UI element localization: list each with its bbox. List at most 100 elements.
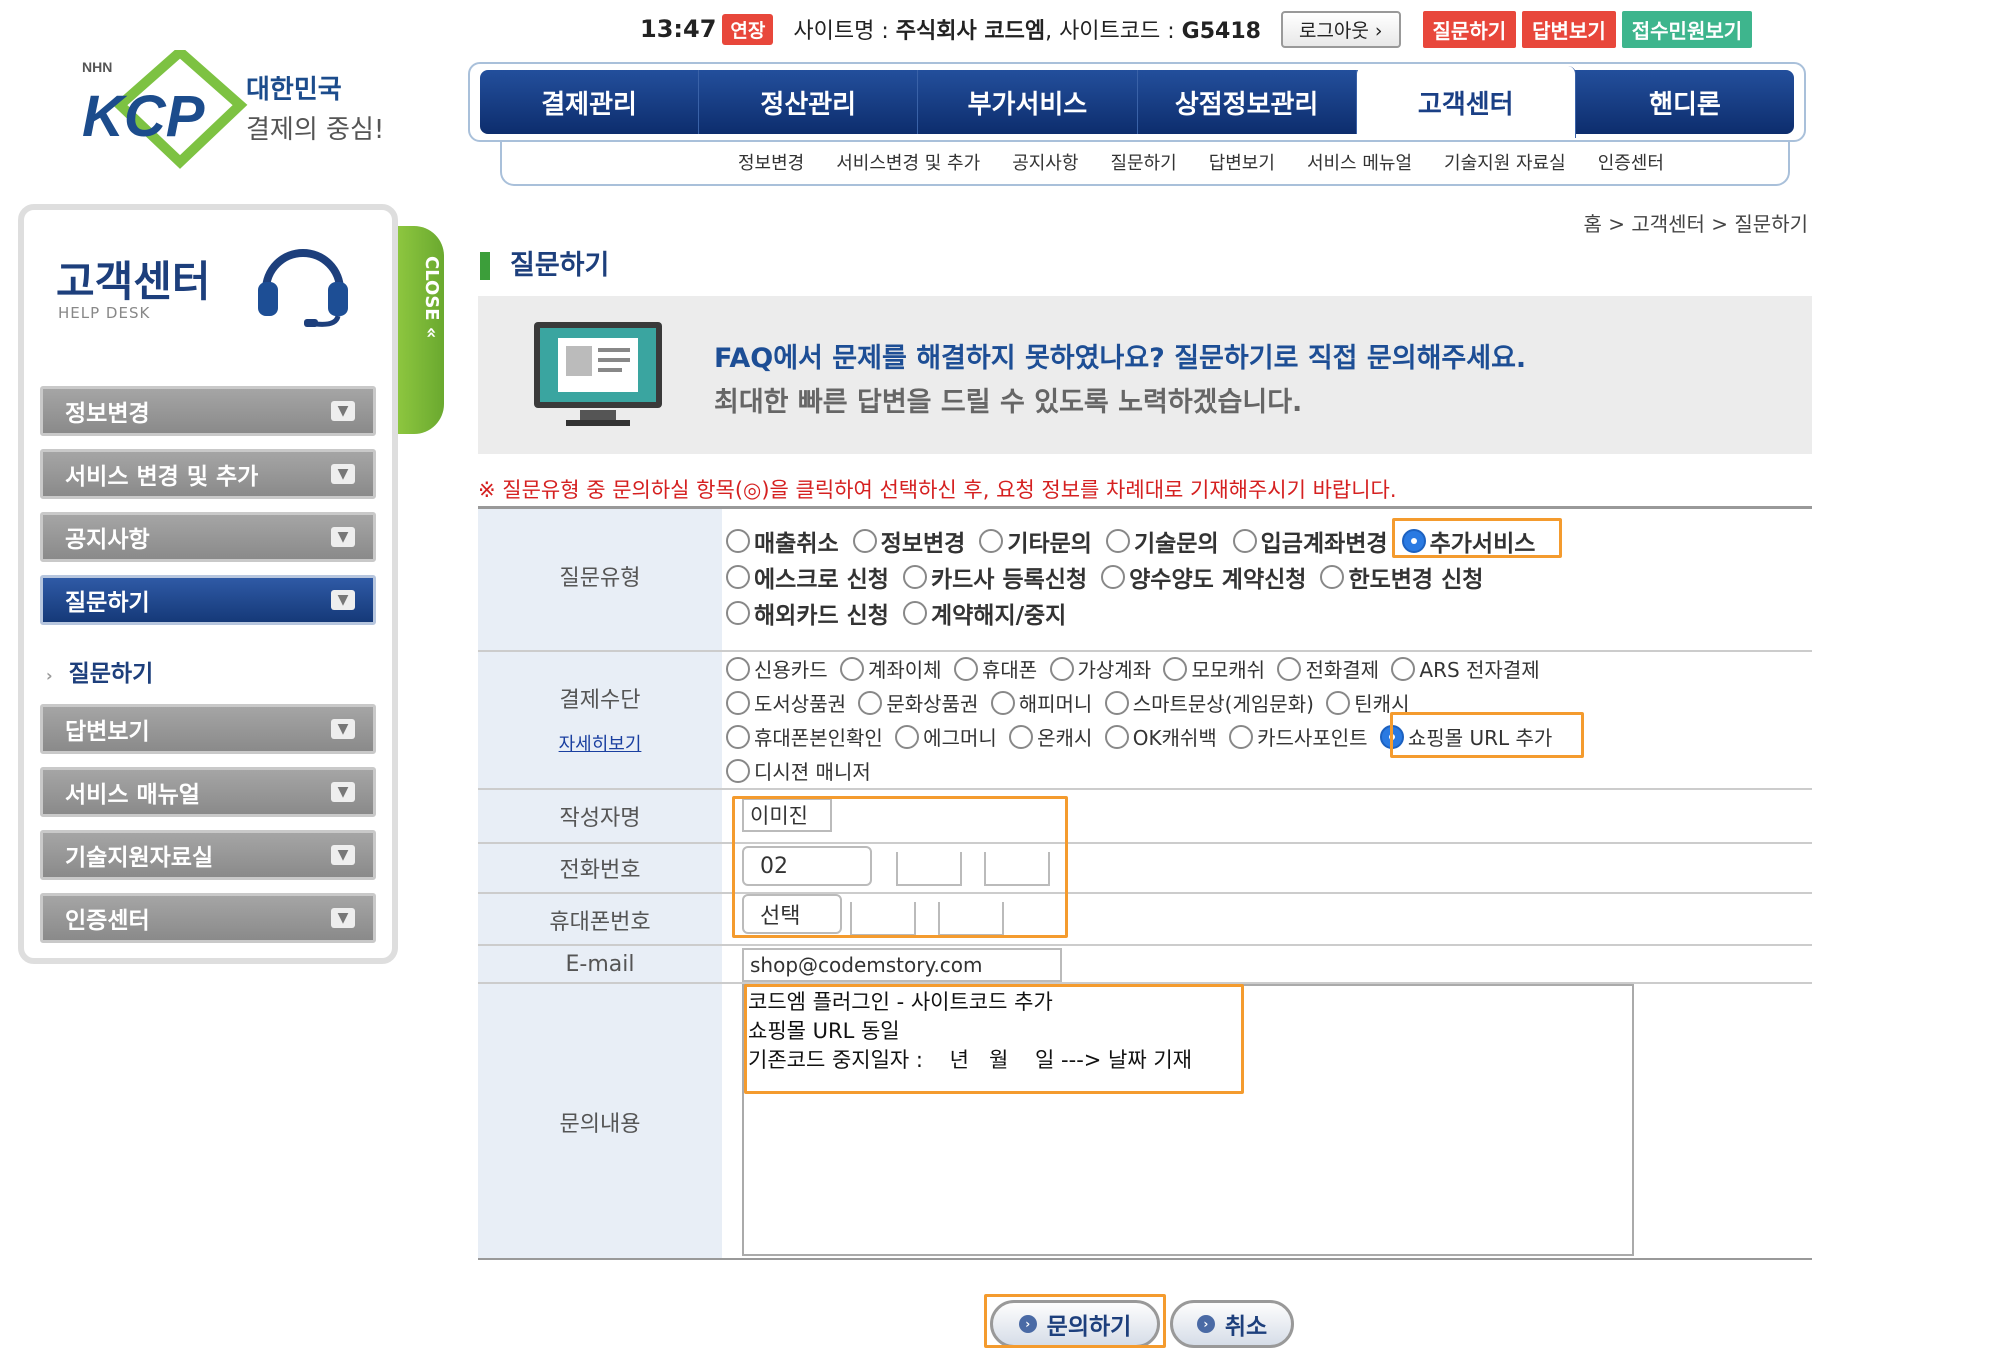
qtype-radio[interactable]: 에스크로 신청 [726, 560, 889, 594]
sidebar-subtitle: HELP DESK [58, 304, 151, 322]
pay-row-1: 신용카드 계좌이체 휴대폰 가상계좌 모모캐쉬 전화결제 ARS 전자결제 [726, 654, 1546, 686]
cancel-button[interactable]: › 취소 [1170, 1300, 1294, 1348]
radio-icon [1229, 724, 1254, 749]
qtype-radio[interactable]: 한도변경 신청 [1320, 560, 1483, 594]
headset-icon [252, 232, 354, 328]
sidebar-item-notice[interactable]: 공지사항 ▼ [40, 512, 376, 562]
subnav-manual[interactable]: 서비스 메뉴얼 [1307, 149, 1412, 175]
sidebar-item-tech-library[interactable]: 기술지원자료실 ▼ [40, 830, 376, 880]
qtype-radio[interactable]: 기타문의 [979, 524, 1092, 558]
pay-row-4: 디시젼 매니저 [726, 756, 877, 788]
qtype-radio[interactable]: 계약해지/중지 [902, 596, 1066, 630]
sidebar-item-service-change[interactable]: 서비스 변경 및 추가 ▼ [40, 449, 376, 499]
qtype-radio[interactable]: 해외카드 신청 [726, 596, 889, 630]
pay-radio[interactable]: 디시젼 매니저 [726, 756, 871, 785]
chevron-down-icon: ▼ [331, 590, 355, 610]
pay-radio[interactable]: 전화결제 [1277, 654, 1379, 683]
pay-radio[interactable]: 가상계좌 [1049, 654, 1151, 683]
radio-icon [990, 690, 1015, 715]
chevron-down-icon: ▼ [331, 527, 355, 547]
arrow-right-icon: › [46, 666, 53, 685]
row-divider [478, 842, 1812, 844]
pay-radio[interactable]: 계좌이체 [839, 654, 942, 683]
qtype-radio[interactable]: 양수양도 계약신청 [1101, 560, 1306, 594]
pay-radio[interactable]: 문화상품권 [858, 688, 978, 717]
qtype-radio[interactable]: 매출취소 [726, 524, 839, 558]
pay-radio[interactable]: 온캐시 [1009, 722, 1092, 751]
chevron-down-icon: ▼ [331, 719, 355, 739]
subnav-answer[interactable]: 답변보기 [1209, 149, 1275, 175]
gnb-item-store-info[interactable]: 상점정보관리 [1138, 70, 1357, 134]
chevron-down-icon: ▼ [331, 782, 355, 802]
svg-text:NHN: NHN [82, 59, 112, 75]
pay-radio[interactable]: 스마트문상(게임문화) [1104, 688, 1314, 717]
form-top-border [478, 506, 1812, 509]
pay-radio[interactable]: 휴대폰본인확인 [726, 722, 883, 751]
highlight-box [744, 984, 1244, 1094]
subnav-tech-library[interactable]: 기술지원 자료실 [1444, 149, 1566, 175]
radio-icon [902, 601, 927, 625]
radio-icon [852, 529, 877, 553]
gnb-item-addon[interactable]: 부가서비스 [918, 70, 1138, 134]
radio-icon [953, 656, 978, 681]
radio-icon [726, 656, 750, 681]
mobile-label: 휴대폰번호 [549, 910, 651, 935]
sidebar-item-manual[interactable]: 서비스 매뉴얼 ▼ [40, 767, 376, 817]
sub-nav: 정보변경 서비스변경 및 추가 공지사항 질문하기 답변보기 서비스 메뉴얼 기… [500, 140, 1790, 186]
pay-radio[interactable]: 모모캐쉬 [1163, 654, 1265, 683]
subnav-notice[interactable]: 공지사항 [1012, 149, 1078, 175]
form-notice: ※ 질문유형 중 문의하실 항목(◎)을 클릭하여 선택하신 후, 요청 정보를… [478, 478, 1397, 502]
phone-label: 전화번호 [559, 858, 641, 883]
row-divider [478, 650, 1812, 652]
pay-detail-link[interactable]: 자세히보기 [478, 730, 722, 756]
top-ask-button[interactable]: 질문하기 [1422, 10, 1517, 48]
subnav-service-change[interactable]: 서비스변경 및 추가 [836, 149, 980, 175]
qtype-radio[interactable]: 입금계좌변경 [1232, 524, 1388, 558]
gnb-item-payment[interactable]: 결제관리 [480, 70, 700, 134]
content-label: 문의내용 [559, 1112, 641, 1137]
top-complaint-button[interactable]: 접수민원보기 [1621, 10, 1753, 48]
pay-radio[interactable]: ARS 전자결제 [1391, 654, 1540, 683]
qtype-radio[interactable]: 카드사 등록신청 [902, 560, 1087, 594]
sidebar-item-info-change[interactable]: 정보변경 ▼ [40, 386, 376, 436]
qtype-radio[interactable]: 기술문의 [1105, 524, 1219, 558]
pay-radio[interactable]: OK캐쉬백 [1104, 722, 1217, 751]
top-answer-button[interactable]: 답변보기 [1522, 10, 1616, 48]
pay-radio[interactable]: 휴대폰 [953, 654, 1037, 683]
radio-icon [726, 724, 750, 749]
radio-icon [1277, 656, 1302, 681]
gnb-item-customer-center[interactable]: 고객센터 [1356, 66, 1576, 138]
qtype-radio[interactable]: 정보변경 [852, 524, 965, 558]
subnav-info-change[interactable]: 정보변경 [738, 149, 804, 175]
sidebar-subitem-ask[interactable]: › 질문하기 [46, 654, 153, 688]
subnav-ask[interactable]: 질문하기 [1110, 149, 1176, 175]
sidebar-item-ask[interactable]: 질문하기 ▼ [40, 575, 376, 625]
radio-icon [1163, 656, 1188, 681]
pay-radio[interactable]: 에그머니 [895, 722, 997, 751]
radio-icon [1009, 724, 1034, 749]
sidebar-close-tab[interactable]: CLOSE « [398, 226, 444, 434]
faq-banner [478, 296, 1812, 454]
global-nav: 결제관리 정산관리 부가서비스 상점정보관리 고객센터 핸디론 [480, 66, 1794, 138]
radio-icon [726, 690, 750, 715]
pay-radio[interactable]: 도서상품권 [726, 688, 846, 717]
pay-radio[interactable]: 신용카드 [726, 654, 828, 683]
gnb-item-settlement[interactable]: 정산관리 [699, 70, 919, 134]
pay-radio[interactable]: 카드사포인트 [1229, 722, 1368, 751]
radio-icon [1101, 565, 1126, 589]
close-label: CLOSE « [421, 256, 442, 339]
sidebar-title: 고객센터 [56, 257, 211, 306]
banner-line2: 최대한 빠른 답변을 드릴 수 있도록 노력하겠습니다. [714, 387, 1303, 418]
chevron-down-icon: ▼ [331, 908, 355, 928]
gnb-item-handyloan[interactable]: 핸디론 [1576, 70, 1794, 134]
sidebar-item-answer[interactable]: 답변보기 ▼ [40, 704, 376, 754]
subnav-cert-center[interactable]: 인증센터 [1598, 149, 1664, 175]
pay-radio[interactable]: 해피머니 [990, 688, 1092, 717]
email-field[interactable]: shop@codemstory.com [742, 948, 1062, 982]
svg-text:결제의 중심!: 결제의 중심! [246, 115, 384, 145]
sidebar-item-cert-center[interactable]: 인증센터 ▼ [40, 893, 376, 943]
kcp-logo[interactable]: NHN KCP 대한민국 결제의 중심! [80, 45, 390, 170]
radio-icon [1391, 656, 1416, 681]
extend-session-button[interactable]: 연장 [722, 13, 774, 45]
logout-button[interactable]: 로그아웃 › [1280, 10, 1401, 48]
